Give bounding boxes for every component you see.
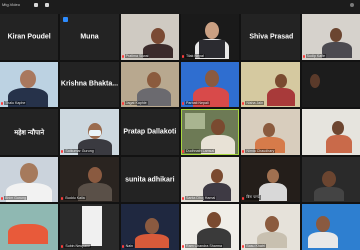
participant-tile[interactable]: Sudip Kafle bbox=[301, 14, 360, 60]
muted-mic-icon bbox=[181, 54, 184, 58]
window-control-icon[interactable] bbox=[34, 3, 38, 7]
door-background bbox=[82, 206, 103, 247]
participant-tile[interactable]: Thalu Kaphe bbox=[0, 61, 59, 108]
participant-tile[interactable]: Subin Neupane bbox=[60, 204, 119, 250]
participant-name: Nain bbox=[124, 243, 135, 248]
participant-name: Buddu Kaila bbox=[64, 196, 86, 201]
participant-tile[interactable]: महेश न्यौपाने bbox=[0, 109, 59, 155]
muted-mic-icon bbox=[181, 244, 184, 248]
participant-tile[interactable]: Tilak Nepal bbox=[180, 14, 240, 60]
participant-tile-active-speaker[interactable]: Dudhnath Lamsal bbox=[180, 109, 240, 155]
participant-name: Nimta Chaudhary bbox=[245, 148, 276, 153]
muted-mic-icon bbox=[302, 54, 305, 58]
participant-name: Ram Chandra Sharma bbox=[184, 243, 223, 248]
participant-tile[interactable]: Pratap Dallakoti bbox=[120, 109, 179, 155]
muted-mic-icon bbox=[121, 102, 124, 106]
muted-mic-icon bbox=[181, 102, 184, 106]
participant-name: बिना पाण्डे bbox=[245, 195, 261, 201]
participant-name: Nisha Jain bbox=[245, 101, 265, 106]
window-title: Mtg.Video bbox=[2, 2, 20, 7]
participant-name: Satkumar Gurung bbox=[64, 148, 95, 153]
participant-tile[interactable]: Santa Dhoj Hamal bbox=[180, 156, 240, 203]
participant-name: Pratap Dallakoti bbox=[123, 128, 177, 136]
recording-indicator-icon bbox=[350, 3, 354, 7]
participant-tile[interactable]: Nimta Chaudhary bbox=[241, 109, 300, 155]
participant-tile[interactable] bbox=[301, 109, 360, 155]
participant-name: Santa Dhoj Hamal bbox=[184, 196, 217, 201]
participant-tile[interactable]: Krishna Bhakta... bbox=[60, 61, 119, 108]
participant-name: Jagat Kaphle bbox=[124, 101, 148, 106]
participant-tile[interactable]: Muna bbox=[60, 14, 119, 60]
participant-name: Kiran Poudel bbox=[7, 33, 51, 41]
participant-name: Bhim Gurung bbox=[4, 196, 28, 201]
participant-tile[interactable]: Kiran Poudel bbox=[0, 14, 59, 60]
participant-name: महेश न्यौपाने bbox=[14, 129, 45, 137]
participant-name: Sudip Kafle bbox=[305, 53, 327, 58]
participant-tile[interactable]: Bhim Gurung bbox=[0, 156, 59, 203]
participant-tile[interactable] bbox=[0, 204, 59, 250]
participant-tile[interactable]: Jagat Kaphle bbox=[120, 61, 179, 108]
participant-tile[interactable]: Nisha Jain bbox=[241, 61, 300, 108]
window-control-icon[interactable] bbox=[45, 3, 49, 7]
participant-name: sunita adhikari bbox=[125, 176, 175, 184]
participant-name: Pratima Silwal bbox=[124, 53, 150, 58]
host-icon bbox=[63, 17, 69, 22]
participant-name: Parbati Nepali bbox=[184, 101, 210, 106]
participant-tile[interactable]: Parbati Nepali bbox=[180, 61, 240, 108]
muted-mic-icon bbox=[121, 54, 124, 58]
meeting-titlebar: Mtg.Video bbox=[0, 0, 360, 14]
participant-name: Tilak Nepal bbox=[184, 53, 205, 58]
participant-tile[interactable]: Satkumar Gurung bbox=[60, 109, 119, 155]
participant-tile[interactable]: बिना पाण्डे bbox=[241, 156, 300, 203]
gallery-view-grid: Kiran Poudel Muna Pratima Silwal Tilak N… bbox=[0, 14, 360, 250]
participant-name: Thalu Kaphe bbox=[4, 101, 27, 106]
participant-name: Dudhnath Lamsal bbox=[184, 148, 216, 153]
participant-name: Basu Khatri bbox=[245, 243, 266, 248]
muted-mic-icon bbox=[181, 149, 184, 153]
title-controls bbox=[34, 3, 49, 7]
participant-name: Muna bbox=[80, 33, 99, 41]
participant-name: Krishna Bhakta... bbox=[60, 80, 119, 88]
participant-tile[interactable]: Pratima Silwal bbox=[120, 14, 179, 60]
participant-tile[interactable] bbox=[301, 204, 360, 250]
participant-name: Subin Neupane bbox=[64, 243, 92, 248]
muted-mic-icon bbox=[121, 244, 124, 248]
participant-tile[interactable]: Nain bbox=[120, 204, 179, 250]
participant-name: Shiva Prasad bbox=[249, 33, 294, 41]
participant-tile[interactable]: Ram Chandra Sharma bbox=[180, 204, 240, 250]
participant-tile[interactable]: Basu Khatri bbox=[241, 204, 300, 250]
participant-tile[interactable]: Shiva Prasad bbox=[241, 14, 300, 60]
participant-tile[interactable] bbox=[301, 156, 360, 203]
participant-tile[interactable]: Buddu Kaila bbox=[60, 156, 119, 203]
participant-tile[interactable]: sunita adhikari bbox=[120, 156, 179, 203]
participant-tile[interactable] bbox=[301, 61, 360, 108]
